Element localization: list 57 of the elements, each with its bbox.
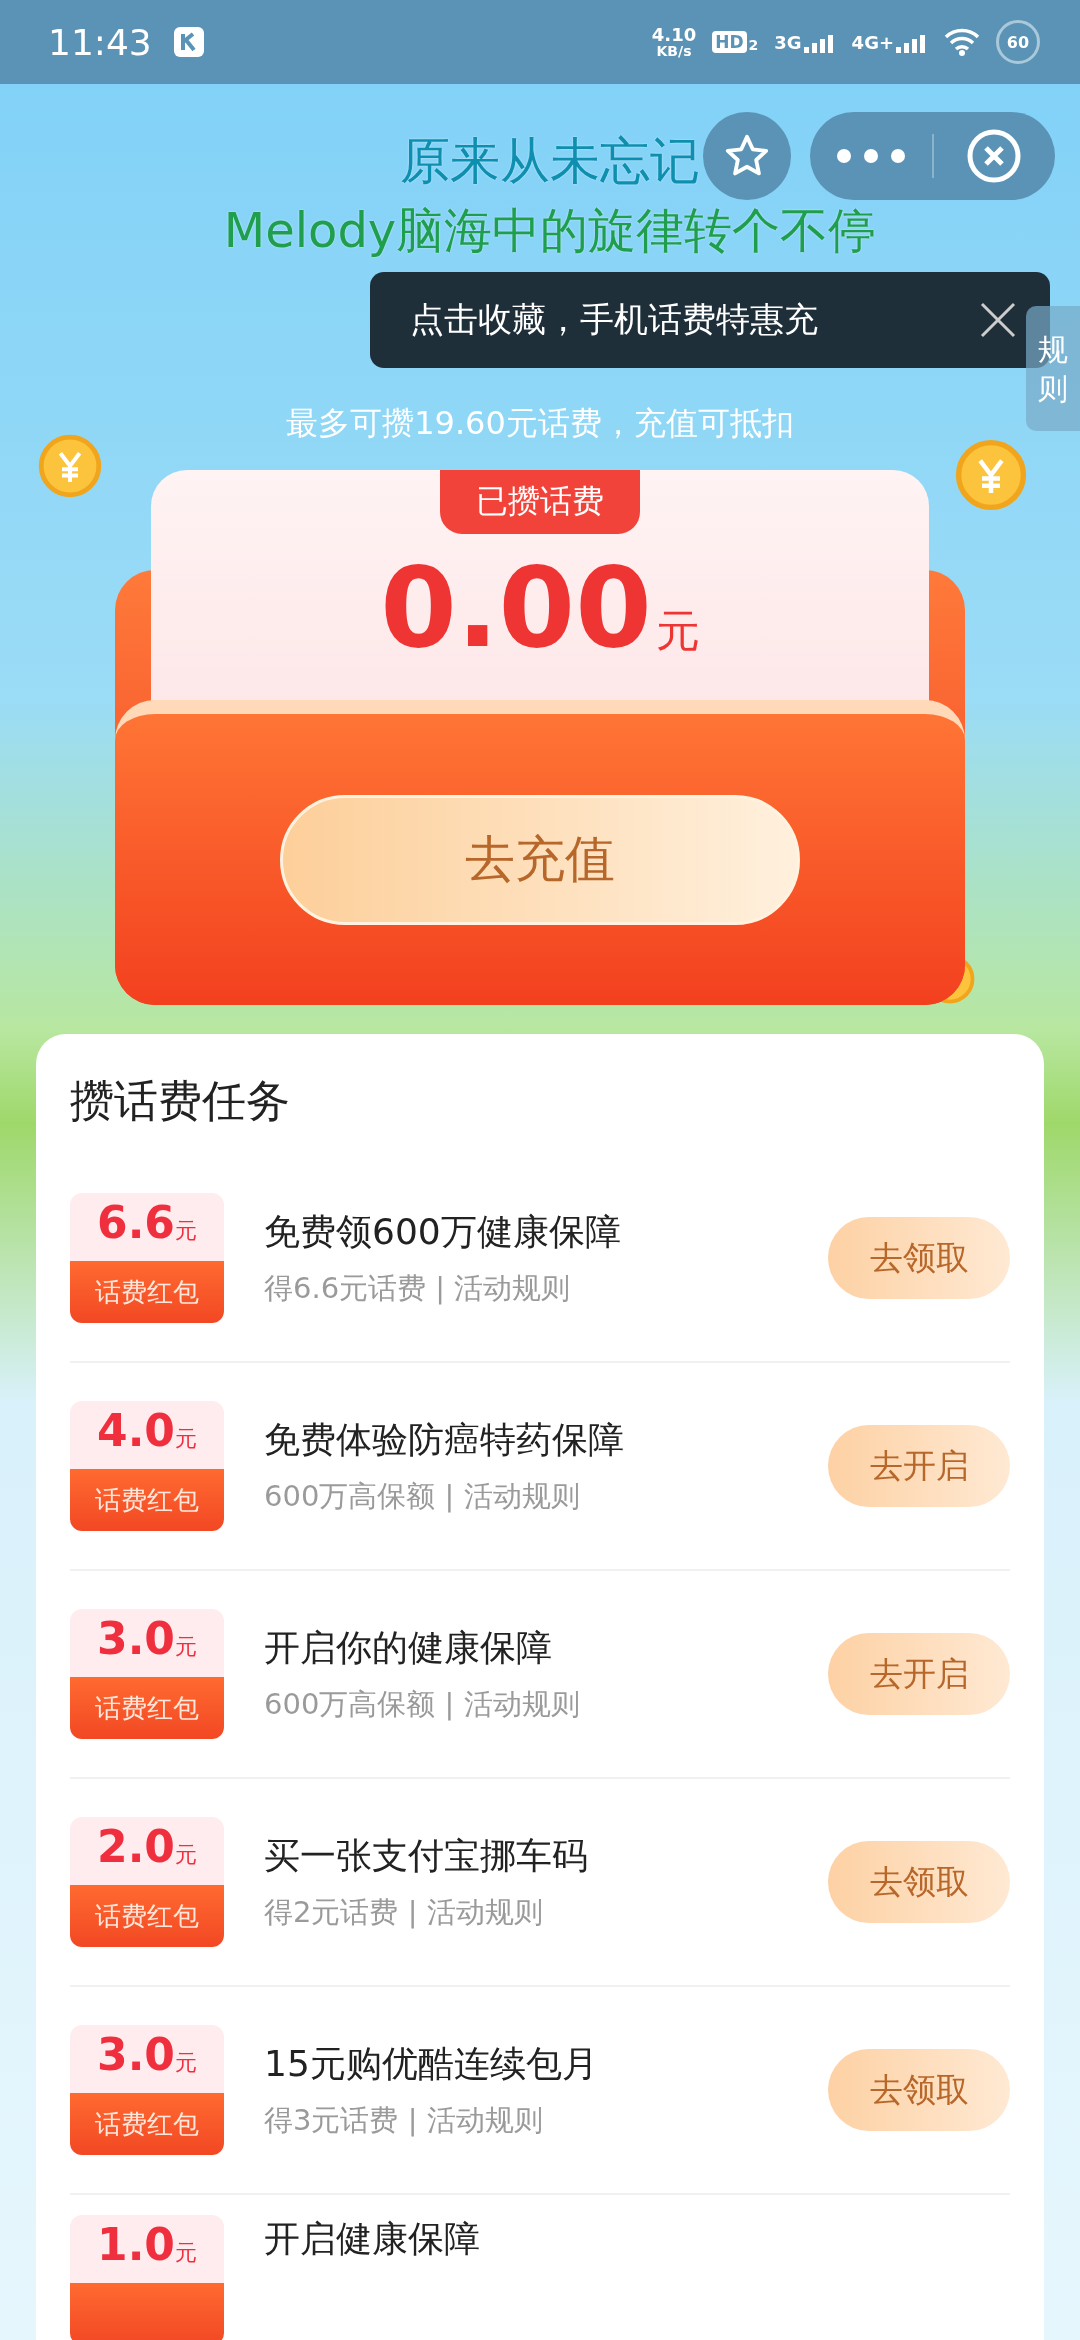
task-title: 15元购优酷连续包月 xyxy=(264,2041,599,2086)
subtitle: 最多可攒19.60元话费，充值可抵扣 xyxy=(286,403,794,444)
clock: 11:43 xyxy=(48,21,152,63)
badge-unit: 元 xyxy=(174,2049,197,2077)
saved-fee-tag: 已攒话费 xyxy=(440,470,640,534)
badge-label: 话费红包 xyxy=(70,1885,224,1947)
badge-unit: 元 xyxy=(174,2239,197,2267)
amount-unit: 元 xyxy=(655,604,700,658)
task-subtitle: 600万高保额 | 活动规则 xyxy=(264,1477,581,1515)
battery-indicator: 60 xyxy=(996,20,1040,64)
panel-title: 攒话费任务 xyxy=(70,1074,291,1128)
tooltip-text: 点击收藏，手机话费特惠充 xyxy=(410,298,819,341)
task-button[interactable]: 去开启 xyxy=(828,1425,1010,1507)
badge-unit: 元 xyxy=(174,1633,197,1661)
network-speed: 4.10 xyxy=(651,26,697,44)
task-subtitle: 得3元话费 | 活动规则 xyxy=(264,2101,544,2139)
badge-amount: 6.6 xyxy=(97,1197,175,1248)
close-icon xyxy=(966,128,1023,184)
rules-tab[interactable]: 规则 xyxy=(1026,306,1080,431)
app-notification-icon xyxy=(173,27,204,57)
badge-label: 话费红包 xyxy=(70,1469,224,1531)
task-button[interactable]: 去领取 xyxy=(828,1217,1010,1299)
task-title: 免费领600万健康保障 xyxy=(264,1209,622,1254)
network-speed-unit: KB/s xyxy=(656,44,692,58)
badge-amount: 3.0 xyxy=(97,2029,175,2080)
recharge-button[interactable]: 去充值 xyxy=(280,794,800,925)
task-title: 开启健康保障 xyxy=(264,2217,481,2261)
signal-icon xyxy=(803,34,836,53)
badge-label: 话费红包 xyxy=(70,2093,224,2155)
badge-label: 话费红包 xyxy=(70,1261,224,1323)
badge-amount: 3.0 xyxy=(97,1613,175,1664)
badge-unit: 元 xyxy=(174,1841,197,1869)
signal-icon xyxy=(896,34,928,53)
badge-amount: 2.0 xyxy=(97,1821,175,1872)
badge-unit: 元 xyxy=(174,1425,197,1453)
wifi-icon xyxy=(944,28,980,56)
hd-slot: 2 xyxy=(748,37,759,53)
task-subtitle: 600万高保额 | 活动规则 xyxy=(264,1685,581,1723)
more-icon xyxy=(835,148,906,164)
task-title: 免费体验防癌特药保障 xyxy=(264,1417,625,1462)
task-subtitle: 得6.6元话费 | 活动规则 xyxy=(264,1269,572,1307)
badge-label: 话费红包 xyxy=(70,1677,224,1739)
badge-unit: 元 xyxy=(174,1217,197,1245)
badge-amount: 4.0 xyxy=(97,1405,175,1456)
badge-amount: 1.0 xyxy=(97,2219,175,2270)
task-title: 买一张支付宝挪车码 xyxy=(264,1833,589,1878)
saved-amount: 0.00 xyxy=(380,544,652,672)
task-subtitle: 得2元话费 | 活动规则 xyxy=(264,1893,544,1931)
task-button[interactable]: 去领取 xyxy=(828,2049,1010,2131)
hd-indicator: HD xyxy=(712,31,747,53)
network-type: 3G xyxy=(774,31,802,53)
task-button[interactable]: 去开启 xyxy=(828,1633,1010,1715)
task-button[interactable]: 去领取 xyxy=(828,1841,1010,1923)
task-title: 开启你的健康保障 xyxy=(264,1625,553,1670)
network-type: 4G+ xyxy=(851,31,894,53)
lyrics-line: Melody脑海中的旋律转个不停 xyxy=(223,201,877,260)
lyrics-line: 原来从未忘记 xyxy=(400,131,700,192)
